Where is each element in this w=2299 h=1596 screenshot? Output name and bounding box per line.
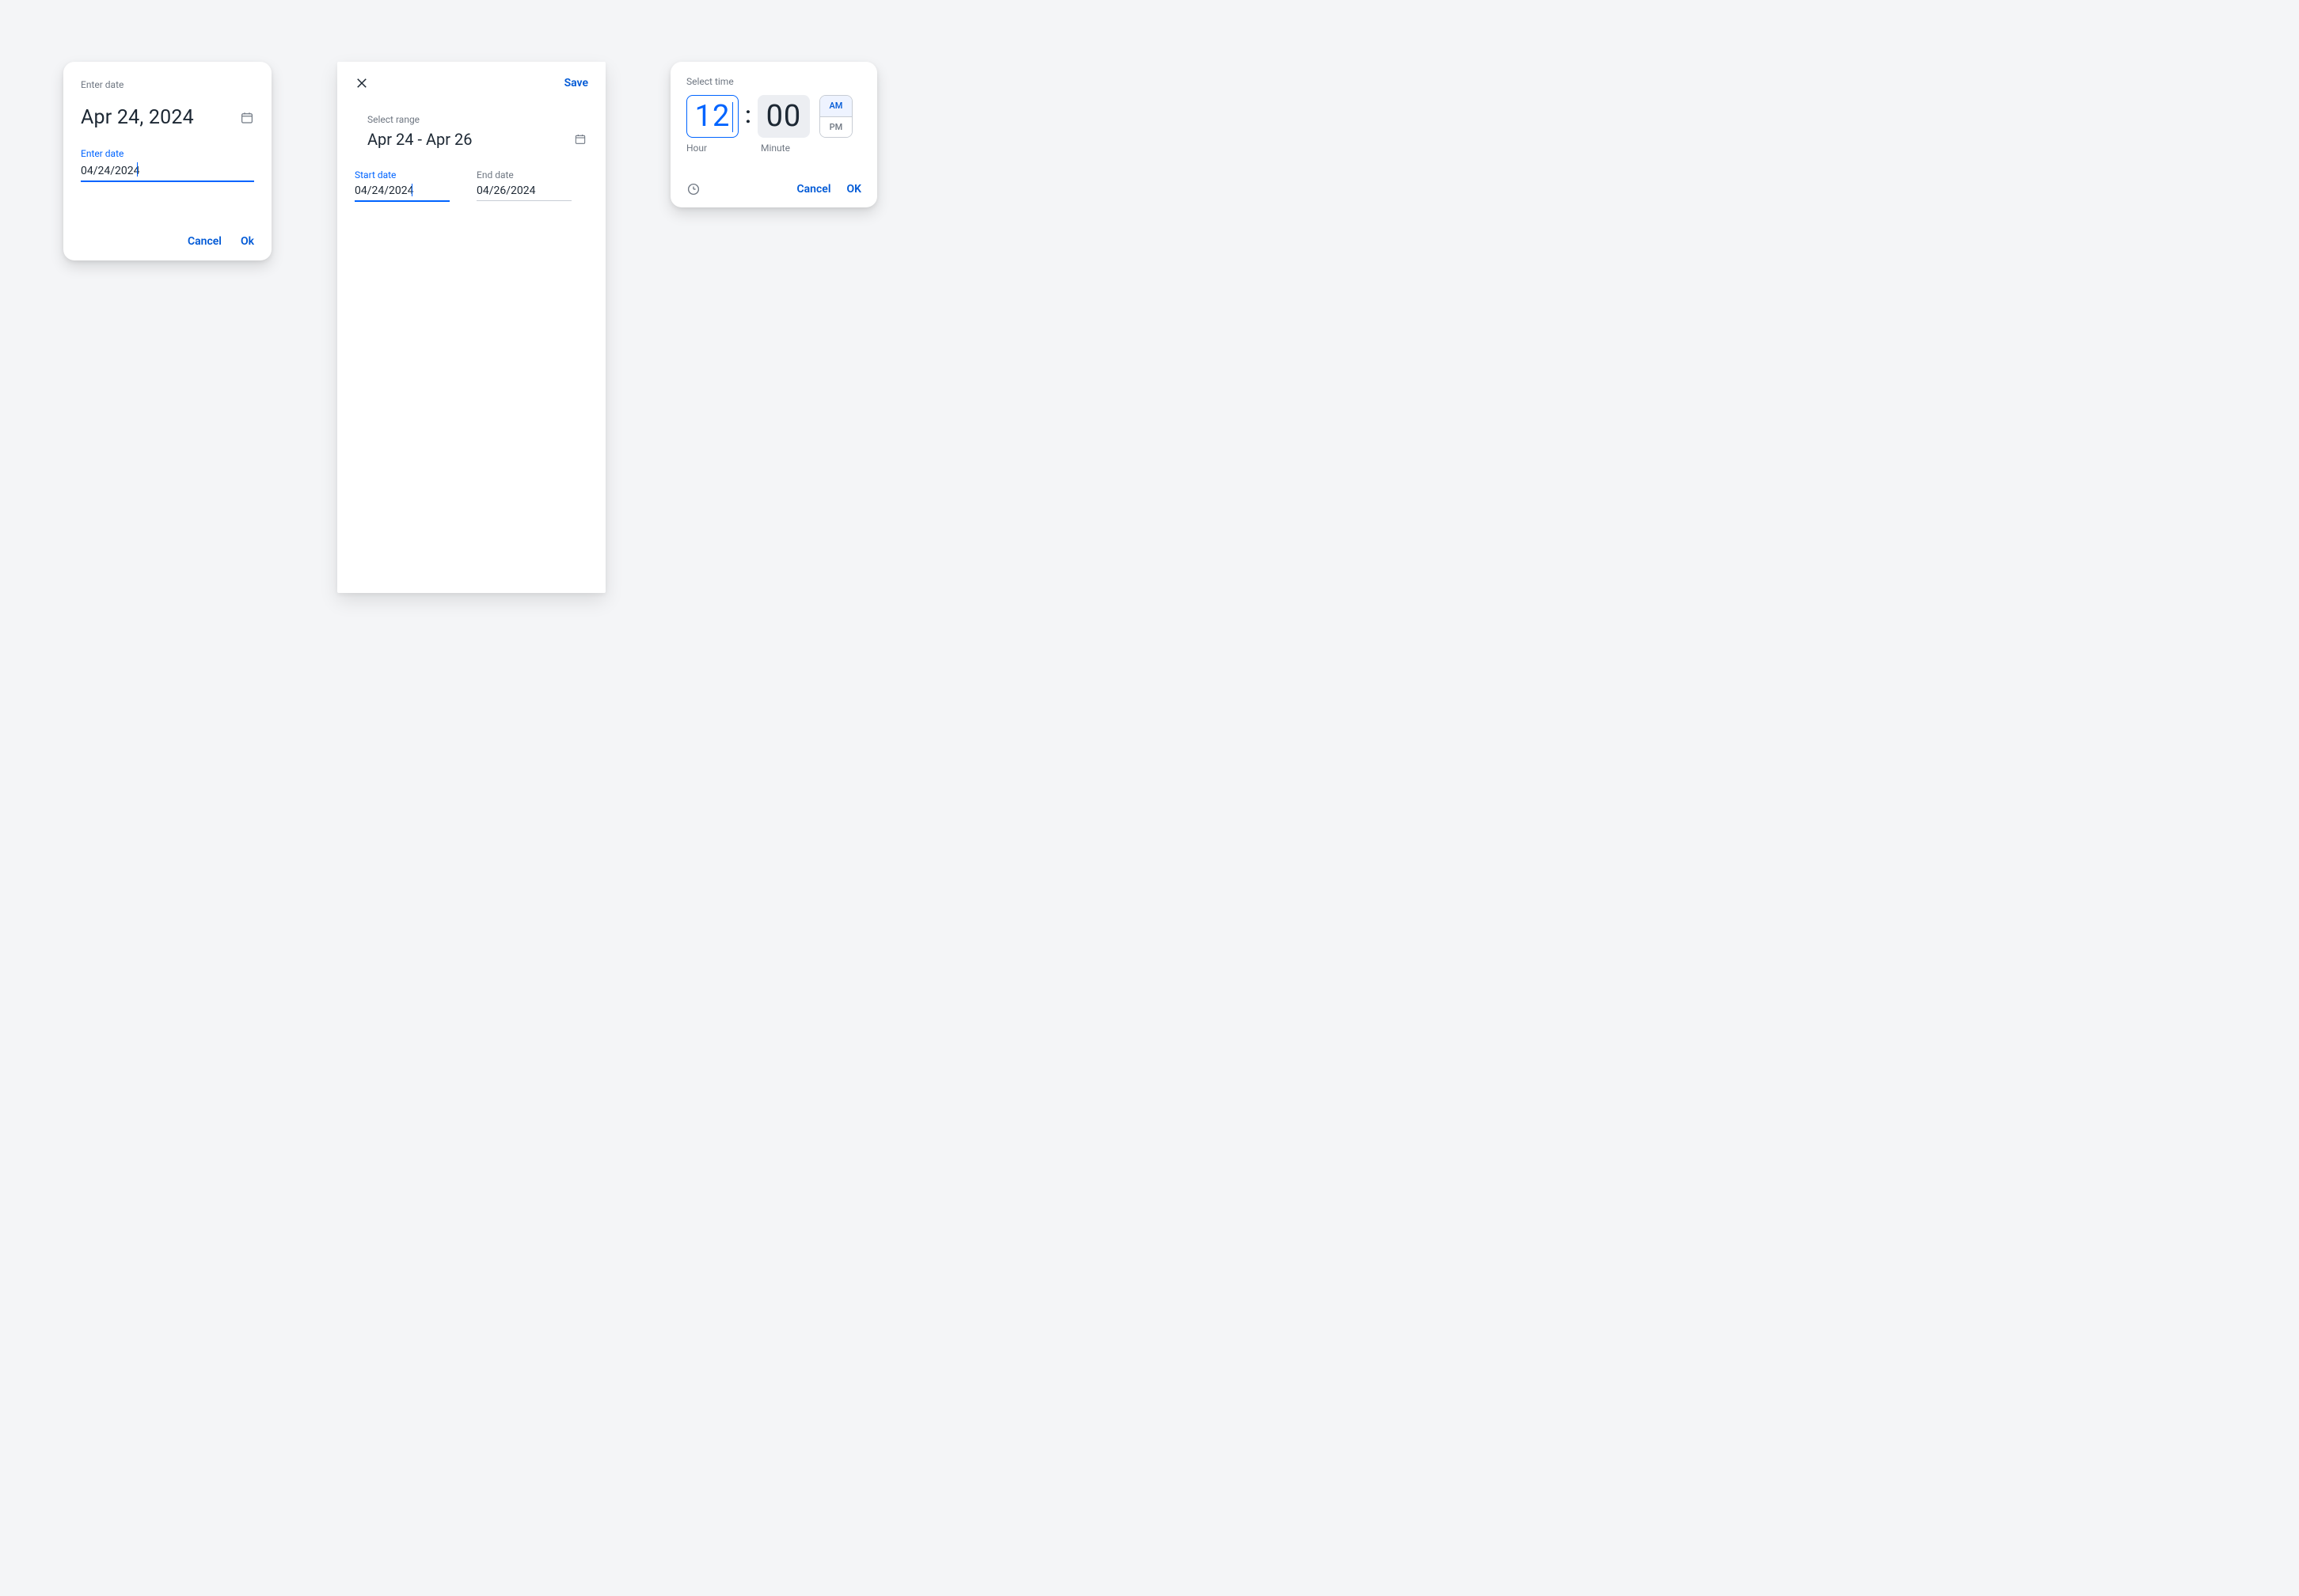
end-date-field: End date xyxy=(477,169,572,202)
cancel-button[interactable]: Cancel xyxy=(188,235,222,248)
range-display-row: Apr 24 - Apr 26 xyxy=(355,130,588,149)
end-date-input[interactable] xyxy=(477,182,572,201)
selected-date-display: Apr 24, 2024 xyxy=(81,106,194,129)
start-date-input[interactable] xyxy=(355,182,450,202)
ok-button[interactable]: Ok xyxy=(241,235,254,248)
am-pm-toggle: AM PM xyxy=(819,95,853,138)
range-title: Select range xyxy=(367,114,588,125)
date-picker-actions: Cancel Ok xyxy=(81,219,254,248)
clock-icon[interactable] xyxy=(686,182,701,196)
date-range-dialog: Save Select range Apr 24 - Apr 26 Start … xyxy=(337,62,606,593)
time-picker-bottom: Cancel OK xyxy=(686,169,861,196)
date-input[interactable] xyxy=(81,163,254,182)
calendar-icon[interactable] xyxy=(574,133,587,146)
text-cursor xyxy=(137,162,138,177)
pm-button[interactable]: PM xyxy=(820,117,852,138)
cancel-button[interactable]: Cancel xyxy=(797,183,831,196)
date-picker-title: Enter date xyxy=(81,79,254,90)
time-picker-dialog: Select time 12 : 00 AM PM Hour Minute Ca… xyxy=(671,62,877,207)
range-display: Apr 24 - Apr 26 xyxy=(367,130,472,149)
calendar-icon[interactable] xyxy=(240,111,254,125)
range-fields: Start date End date xyxy=(355,169,588,202)
hour-input[interactable]: 12 xyxy=(686,95,739,138)
start-date-label: Start date xyxy=(355,169,450,180)
minute-value: 00 xyxy=(766,99,802,134)
close-icon[interactable] xyxy=(355,76,369,90)
minute-label: Minute xyxy=(761,142,813,154)
text-cursor xyxy=(732,102,734,132)
date-display-row: Apr 24, 2024 xyxy=(81,106,254,129)
date-picker-dialog: Enter date Apr 24, 2024 Enter date Cance… xyxy=(63,62,272,260)
hour-value: 12 xyxy=(695,99,731,134)
minute-input[interactable]: 00 xyxy=(758,95,810,138)
date-input-label: Enter date xyxy=(81,148,254,159)
end-date-label: End date xyxy=(477,169,572,180)
save-button[interactable]: Save xyxy=(564,77,588,89)
hour-label: Hour xyxy=(686,142,739,154)
am-button[interactable]: AM xyxy=(820,96,852,117)
time-picker-title: Select time xyxy=(686,76,861,87)
range-topbar: Save xyxy=(355,76,588,90)
start-date-field: Start date xyxy=(355,169,450,202)
date-input-wrapper xyxy=(81,162,254,182)
time-separator: : xyxy=(745,101,751,132)
ok-button[interactable]: OK xyxy=(846,183,861,196)
time-input-row: 12 : 00 AM PM xyxy=(686,95,861,138)
time-sub-labels: Hour Minute xyxy=(686,142,861,154)
